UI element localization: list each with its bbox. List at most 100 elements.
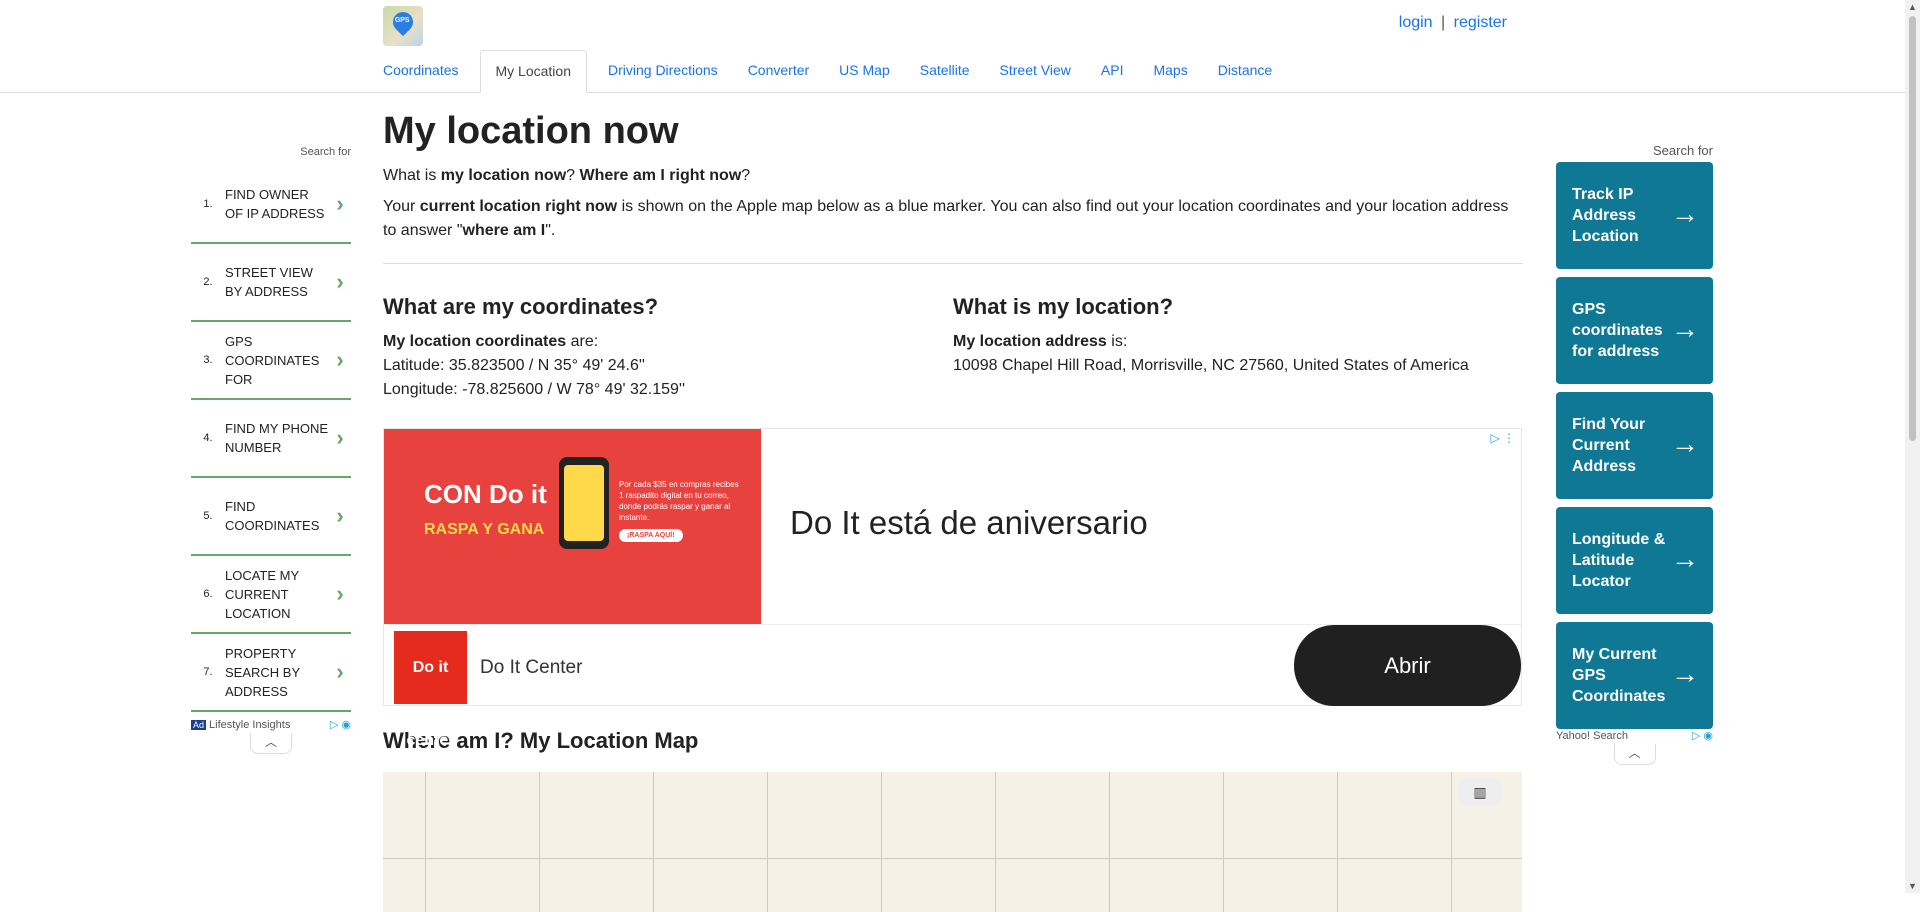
sidebar-link-text: STREET VIEW BY ADDRESS bbox=[225, 265, 313, 299]
chevron-right-icon: › bbox=[336, 581, 344, 606]
chevron-up-icon: ︿ bbox=[264, 735, 277, 749]
ad-attribution: Yahoo! Search ▷ ◉ bbox=[1556, 729, 1713, 743]
longitude-value: Longitude: -78.825600 / W 78° 49' 32.159… bbox=[383, 381, 686, 398]
collapse-button[interactable]: ︿ bbox=[1613, 744, 1656, 765]
arrow-right-icon: → bbox=[1671, 543, 1699, 574]
search-button-gps-coordinates[interactable]: GPS coordinates for address → bbox=[1556, 277, 1713, 384]
page-scrollbar[interactable]: ▲ ▼ bbox=[1905, 0, 1920, 893]
list-number: 3. bbox=[203, 354, 213, 366]
auth-separator: | bbox=[1441, 14, 1446, 31]
tab-us-map[interactable]: US Map bbox=[830, 50, 899, 90]
search-button-label: Find Your Current Address bbox=[1572, 416, 1646, 475]
site-logo[interactable]: GPS bbox=[383, 6, 423, 46]
ad-headline[interactable]: Do It está de aniversario bbox=[790, 504, 1148, 542]
location-map[interactable]: ▥ bbox=[383, 772, 1522, 912]
phone-illustration bbox=[559, 457, 609, 549]
map-pin-icon: GPS bbox=[388, 7, 418, 37]
search-button-gps-current[interactable]: My Current GPS Coordinates → bbox=[1556, 622, 1713, 729]
chevron-right-icon: › bbox=[336, 659, 344, 684]
map-heading: Where am I? My Location Map bbox=[383, 728, 699, 753]
login-link[interactable]: login bbox=[1399, 14, 1433, 31]
adchoices-icon[interactable]: ▷ ⋮ bbox=[1490, 431, 1515, 445]
sidebar-link-text: PROPERTY SEARCH BY ADDRESS bbox=[225, 645, 300, 699]
list-number: 6. bbox=[203, 588, 213, 600]
search-button-lat-long[interactable]: Longitude & Latitude Locator → bbox=[1556, 507, 1713, 614]
scrollbar-thumb[interactable] bbox=[1909, 16, 1916, 441]
search-for-label: Search for bbox=[300, 146, 351, 158]
ad-source[interactable]: Yahoo! Search bbox=[1556, 730, 1628, 742]
search-button-track-ip[interactable]: Track IP Address Location → bbox=[1556, 162, 1713, 269]
left-sidebar: Search for 1. FIND OWNER OF IP ADDRESS › 2… bbox=[191, 146, 351, 754]
intro-question: What is my location now? Where am I righ… bbox=[383, 167, 751, 184]
tab-maps[interactable]: Maps bbox=[1144, 50, 1196, 90]
sidebar-link-5[interactable]: 5. FIND COORDINATES › bbox=[191, 478, 351, 556]
sidebar-link-2[interactable]: 2. STREET VIEW BY ADDRESS › bbox=[191, 244, 351, 322]
scroll-down-icon[interactable]: ▼ bbox=[1908, 881, 1917, 891]
location-label: My location address is: bbox=[953, 333, 1128, 350]
search-button-label: Track IP Address Location bbox=[1572, 186, 1639, 245]
main-content: My location now What is my location now?… bbox=[383, 96, 1523, 912]
chevron-up-icon: ︿ bbox=[1628, 746, 1641, 760]
right-sidebar: Search for Track IP Address Location → GP… bbox=[1556, 143, 1713, 765]
info-columns: What are my coordinates? My location coo… bbox=[383, 294, 1523, 402]
sidebar-link-3[interactable]: 3. GPS COORDINATES FOR › bbox=[191, 322, 351, 400]
ad-image-brand: CON Do it bbox=[424, 479, 547, 509]
chevron-right-icon: › bbox=[336, 269, 344, 294]
site-header: GPS login | register Coordinates My Loca… bbox=[0, 0, 1905, 93]
tab-satellite[interactable]: Satellite bbox=[911, 50, 979, 90]
nav-tabs: Coordinates My Location Driving Directio… bbox=[374, 50, 1293, 93]
search-for-label: Search for bbox=[1653, 143, 1713, 158]
coordinates-section: What are my coordinates? My location coo… bbox=[383, 294, 953, 402]
sidebar-link-7[interactable]: 7. PROPERTY SEARCH BY ADDRESS › bbox=[191, 634, 351, 712]
tab-converter[interactable]: Converter bbox=[739, 50, 818, 90]
sidebar-link-text: FIND COORDINATES bbox=[225, 499, 320, 533]
chevron-right-icon: › bbox=[336, 347, 344, 372]
tab-driving-directions[interactable]: Driving Directions bbox=[599, 50, 727, 90]
ad-open-button[interactable]: Abrir bbox=[1294, 625, 1521, 706]
scroll-up-icon[interactable]: ▲ bbox=[1908, 2, 1917, 12]
coordinates-label: My location coordinates are: bbox=[383, 333, 599, 350]
sidebar-link-text: FIND MY PHONE NUMBER bbox=[225, 421, 329, 455]
location-heading: What is my location? bbox=[953, 294, 1174, 319]
adchoices-icon[interactable]: ▷ ◉ bbox=[330, 718, 351, 731]
advertiser-logo[interactable]: Do it center bbox=[394, 631, 467, 749]
register-link[interactable]: register bbox=[1454, 14, 1507, 31]
list-number: 1. bbox=[203, 198, 213, 210]
auth-links: login | register bbox=[1399, 14, 1507, 32]
ad-source[interactable]: Lifestyle Insights bbox=[209, 719, 290, 731]
sidebar-link-4[interactable]: 4. FIND MY PHONE NUMBER › bbox=[191, 400, 351, 478]
search-button-current-address[interactable]: Find Your Current Address → bbox=[1556, 392, 1713, 499]
tab-api[interactable]: API bbox=[1092, 50, 1133, 90]
map-type-icon[interactable]: ▥ bbox=[1458, 778, 1502, 806]
arrow-right-icon: → bbox=[1671, 658, 1699, 689]
arrow-right-icon: → bbox=[1671, 428, 1699, 459]
arrow-right-icon: → bbox=[1671, 313, 1699, 344]
address-value: 10098 Chapel Hill Road, Morrisville, NC … bbox=[953, 357, 1469, 374]
sidebar-link-1[interactable]: 1. FIND OWNER OF IP ADDRESS › bbox=[191, 166, 351, 244]
list-number: 2. bbox=[203, 276, 213, 288]
latitude-value: Latitude: 35.823500 / N 35° 49' 24.6'' bbox=[383, 357, 645, 374]
search-button-label: My Current GPS Coordinates bbox=[1572, 646, 1666, 705]
tab-my-location[interactable]: My Location bbox=[479, 50, 587, 93]
ad-image[interactable]: CON Do it RASPA Y GANA Por cada $35 en c… bbox=[384, 429, 761, 624]
coordinates-heading: What are my coordinates? bbox=[383, 294, 659, 319]
arrow-right-icon: → bbox=[1671, 198, 1699, 229]
chevron-right-icon: › bbox=[336, 503, 344, 528]
advertiser-name[interactable]: Do It Center bbox=[480, 657, 582, 679]
ad-attribution: Ad Lifestyle Insights ▷ ◉ bbox=[191, 718, 351, 731]
sidebar-link-text: FIND OWNER OF IP ADDRESS bbox=[225, 187, 325, 221]
tab-distance[interactable]: Distance bbox=[1209, 50, 1281, 90]
advertisement[interactable]: CON Do it RASPA Y GANA Por cada $35 en c… bbox=[383, 428, 1522, 749]
adchoices-icon[interactable]: ▷ ◉ bbox=[1692, 729, 1713, 742]
ad-image-tagline: RASPA Y GANA bbox=[424, 521, 545, 538]
sidebar-link-6[interactable]: 6. LOCATE MY CURRENT LOCATION › bbox=[191, 556, 351, 634]
chevron-right-icon: › bbox=[336, 425, 344, 450]
ad-image-text: Por cada $35 en compras recibes 1 raspad… bbox=[619, 480, 739, 522]
ad-badge: Ad bbox=[191, 719, 207, 730]
sidebar-link-text: LOCATE MY CURRENT LOCATION bbox=[225, 567, 299, 621]
collapse-button[interactable]: ︿ bbox=[250, 733, 292, 754]
search-button-label: GPS coordinates for address bbox=[1572, 301, 1663, 360]
location-section: What is my location? My location address… bbox=[953, 294, 1523, 402]
tab-coordinates[interactable]: Coordinates bbox=[374, 50, 468, 90]
tab-street-view[interactable]: Street View bbox=[991, 50, 1080, 90]
